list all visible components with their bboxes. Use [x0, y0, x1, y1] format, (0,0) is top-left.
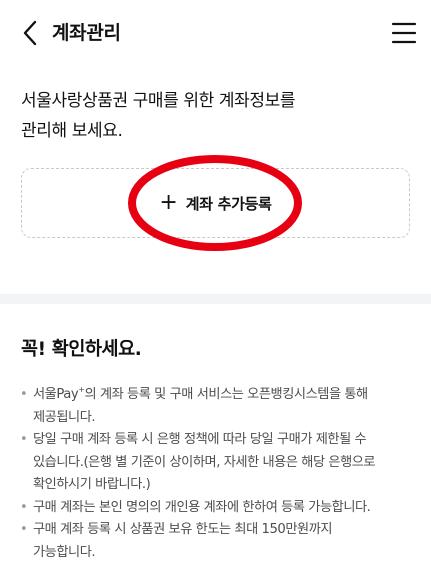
- notice-item: • 구매 계좌는 본인 명의의 개인용 계좌에 한하여 등록 가능합니다.: [20, 497, 415, 520]
- notice-item: • 당일 구매 계좌 등록 시 은행 정책에 따라 당일 구매가 제한될 수 있…: [20, 429, 415, 497]
- notice-list: • 서울Pay+의 계좌 등록 및 구매 서비스는 오픈뱅킹시스템을 통해 제공…: [20, 384, 415, 564]
- app-header: 계좌관리: [0, 0, 431, 66]
- notice-text: 구매 계좌는 본인 명의의 개인용 계좌에 한하여 등록 가능합니다.: [33, 497, 415, 520]
- plus-icon: +: [159, 192, 177, 214]
- notice-text: 제공됩니다.: [33, 407, 415, 430]
- page-title: 계좌관리: [52, 19, 121, 47]
- hamburger-menu-icon: [391, 20, 417, 46]
- notice-text: 당일 구매 계좌 등록 시 은행 정책에 따라 당일 구매가 제한될 수: [33, 429, 415, 452]
- notice-item: • 구매 계좌 등록 시 상품권 보유 한도는 최대 150만원까지 가능합니다…: [20, 519, 415, 564]
- intro-line: 서울사랑상품권 구매를 위한 계좌정보를: [21, 86, 411, 116]
- bullet-icon: •: [20, 497, 27, 520]
- intro-text: 서울사랑상품권 구매를 위한 계좌정보를 관리해 보세요.: [21, 86, 411, 146]
- notice-text: 확인하시기 바랍니다.): [33, 474, 415, 497]
- notice-text: 구매 계좌 등록 시 상품권 보유 한도는 최대 150만원까지: [33, 519, 415, 542]
- notice-title: 꼭! 확인하세요.: [21, 335, 141, 361]
- add-account-label: 계좌 추가등록: [186, 193, 272, 214]
- bullet-icon: •: [20, 429, 27, 452]
- section-divider: [0, 294, 431, 304]
- notice-text: 서울Pay: [33, 387, 78, 402]
- chevron-left-icon: [18, 18, 44, 48]
- notice-item: • 서울Pay+의 계좌 등록 및 구매 서비스는 오픈뱅킹시스템을 통해 제공…: [20, 384, 415, 429]
- notice-text: 가능합니다.: [33, 542, 415, 564]
- bullet-icon: •: [20, 519, 27, 542]
- notice-text: 의 계좌 등록 및 구매 서비스는 오픈뱅킹시스템을 통해: [85, 387, 368, 402]
- back-button[interactable]: [18, 18, 44, 48]
- intro-line: 관리해 보세요.: [21, 116, 411, 146]
- bullet-icon: •: [20, 384, 27, 407]
- notice-text: 있습니다.(은행 별 기준이 상이하며, 자세한 내용은 해당 은행으로: [33, 452, 415, 475]
- add-account-button[interactable]: + 계좌 추가등록: [21, 168, 410, 238]
- menu-button[interactable]: [391, 20, 417, 46]
